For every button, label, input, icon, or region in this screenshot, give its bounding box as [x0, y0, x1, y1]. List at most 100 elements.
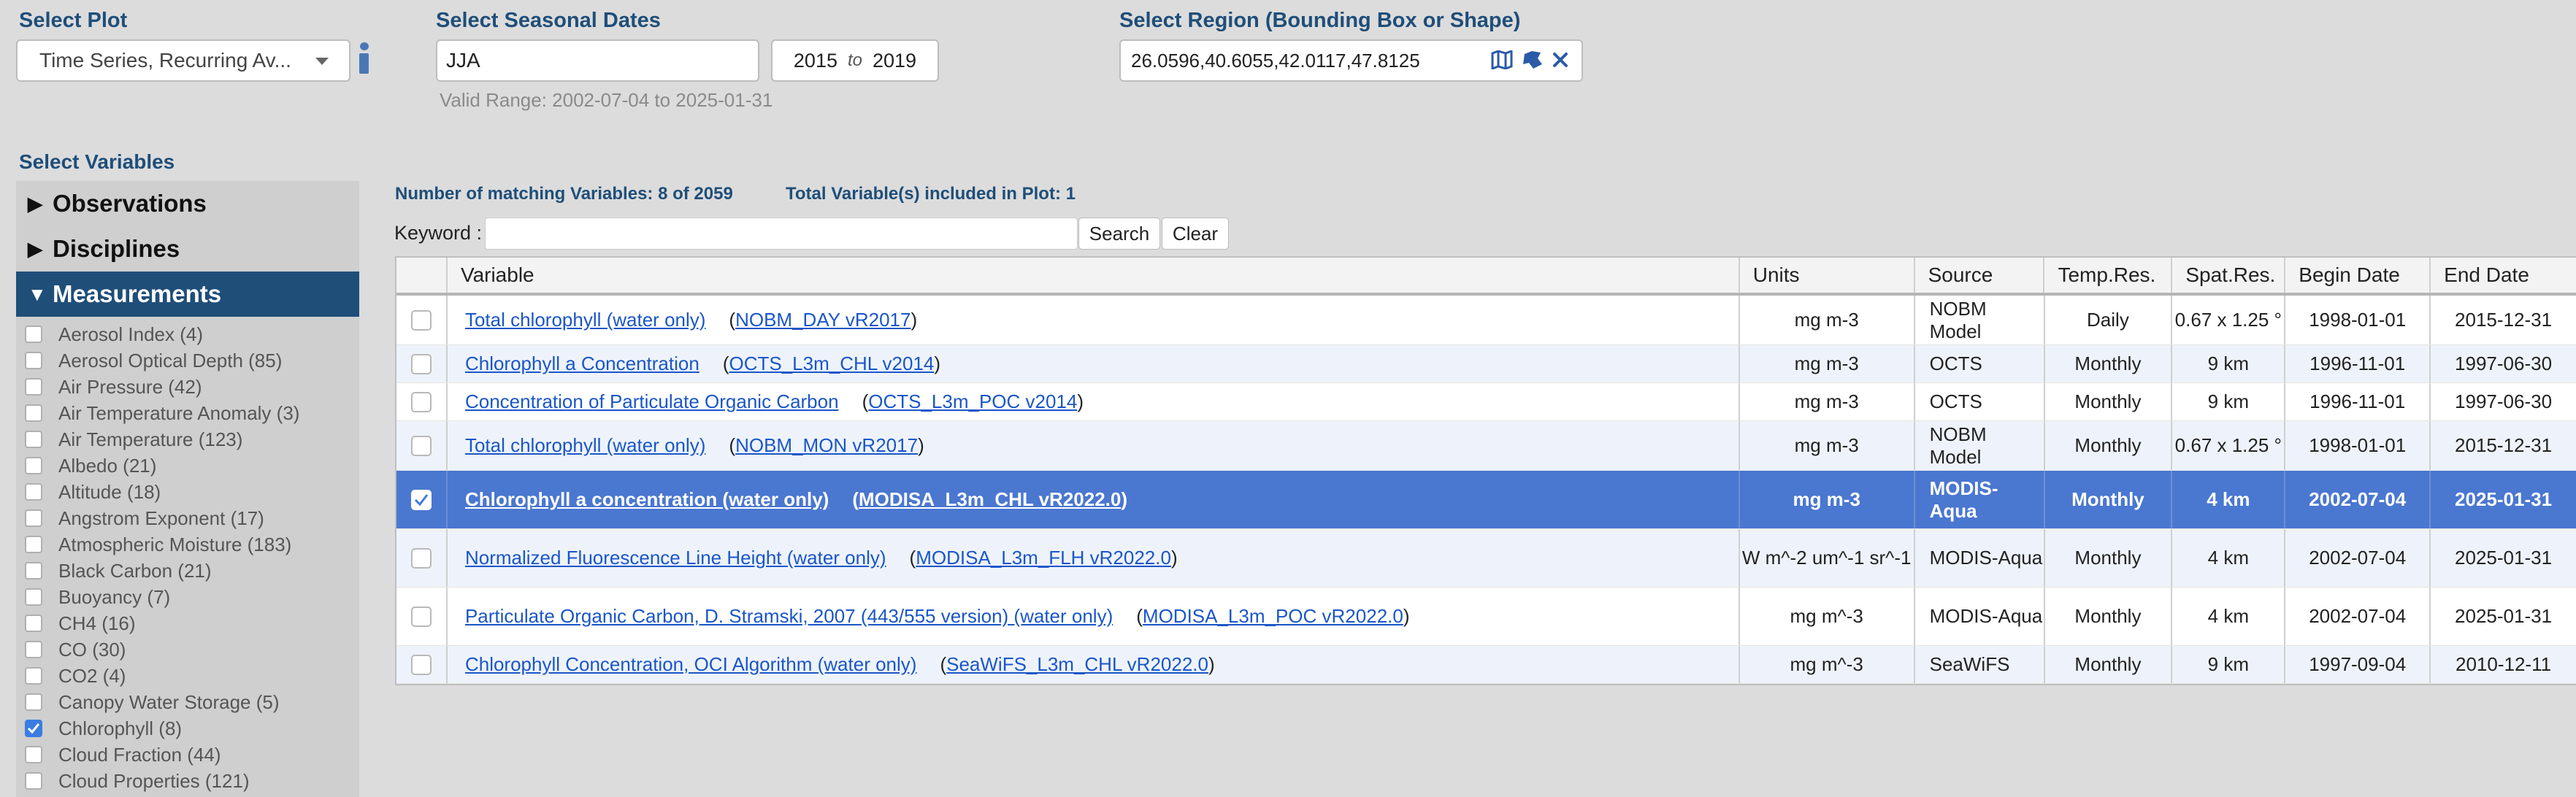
dataset-link[interactable]: SeaWiFS_L3m_CHL vR2022.0 [946, 653, 1208, 675]
dataset-link[interactable]: MODISA_L3m_POC vR2022.0 [1143, 605, 1403, 627]
table-row[interactable]: Chlorophyll a concentration (water only)… [396, 471, 2576, 529]
table-row[interactable]: Chlorophyll Concentration, OCI Algorithm… [396, 646, 2576, 684]
measurement-item[interactable]: Air Temperature Anomaly (3) [25, 400, 359, 426]
region-input[interactable]: 26.0596,40.6055,42.0117,47.8125 [1119, 39, 1583, 82]
variable-link[interactable]: Concentration of Particulate Organic Car… [465, 390, 839, 413]
expand-triangle-icon: ▶ [28, 192, 42, 215]
dataset-link[interactable]: MODISA_L3m_CHL vR2022.0 [859, 488, 1121, 510]
season-input[interactable]: JJA [436, 39, 759, 82]
end-date-cell: 2025-01-31 [2455, 547, 2553, 569]
checkbox[interactable] [25, 536, 42, 553]
measurement-item[interactable]: Altitude (18) [25, 479, 359, 505]
col-temp-res[interactable]: Temp.Res. [2044, 258, 2173, 293]
checkbox[interactable] [25, 746, 42, 763]
checkbox[interactable] [410, 435, 432, 456]
variable-link[interactable]: Particulate Organic Carbon, D. Stramski,… [465, 605, 1113, 628]
checkbox[interactable] [25, 588, 42, 606]
plot-type-dropdown[interactable]: Time Series, Recurring Av... [16, 39, 350, 82]
checkbox[interactable] [25, 431, 42, 448]
category-disciplines[interactable]: ▶ Disciplines [16, 226, 359, 272]
checkbox[interactable] [410, 654, 432, 675]
dataset-link[interactable]: NOBM_MON vR2017 [735, 434, 918, 456]
end-year[interactable]: 2019 [873, 50, 916, 72]
variable-cell: Total chlorophyll (water only) (NOBM_DAY … [448, 296, 1740, 344]
measurement-item[interactable]: CO (30) [25, 636, 359, 663]
units-cell: mg m-3 [1740, 383, 1915, 420]
measurement-item[interactable]: Angstrom Exponent (17) [25, 505, 359, 531]
checkbox[interactable] [25, 693, 42, 711]
dataset-link[interactable]: OCTS_L3m_POC v2014 [868, 390, 1077, 412]
table-row[interactable]: Total chlorophyll (water only) (NOBM_DAY … [396, 296, 2576, 345]
year-range-input[interactable]: 2015 to 2019 [771, 39, 939, 82]
temp-res-cell: Monthly [2045, 383, 2173, 420]
checkbox[interactable] [410, 353, 432, 374]
category-observations[interactable]: ▶ Observations [16, 181, 359, 226]
checkbox[interactable] [25, 457, 42, 474]
variable-link[interactable]: Total chlorophyll (water only) [465, 434, 705, 457]
col-begin-date[interactable]: Begin Date [2285, 258, 2431, 293]
table-row[interactable]: Normalized Fluorescence Line Height (wat… [396, 529, 2576, 588]
start-year[interactable]: 2015 [794, 50, 837, 72]
checkbox[interactable] [410, 391, 432, 412]
checkbox[interactable] [410, 547, 432, 569]
measurement-item[interactable]: Air Temperature (123) [25, 426, 359, 453]
measurement-item[interactable]: Atmospheric Moisture (183) [25, 531, 359, 558]
col-units[interactable]: Units [1740, 258, 1915, 293]
table-row[interactable]: Chlorophyll a Concentration (OCTS_L3m_CHL… [396, 345, 2576, 383]
col-variable[interactable]: Variable [448, 258, 1740, 293]
measurement-item[interactable]: Buoyancy (7) [25, 584, 359, 610]
measurement-item[interactable]: Aerosol Index (4) [25, 321, 359, 347]
checkbox[interactable] [410, 606, 432, 627]
col-end-date[interactable]: End Date [2431, 258, 2576, 293]
dataset-link[interactable]: MODISA_L3m_FLH vR2022.0 [916, 547, 1171, 569]
measurement-item[interactable]: Chlorophyll (8) [25, 715, 359, 742]
checkbox-checked[interactable] [410, 489, 432, 510]
measurement-item[interactable]: CH4 (16) [25, 610, 359, 636]
checkbox[interactable] [25, 509, 42, 527]
map-icon[interactable] [1491, 50, 1513, 69]
measurement-item[interactable]: Cloud Fraction (44) [25, 742, 359, 768]
measurement-item[interactable]: Albedo (21) [25, 453, 359, 479]
clear-button[interactable]: Clear [1162, 217, 1229, 250]
shape-icon[interactable] [1522, 50, 1544, 70]
checkbox[interactable] [25, 667, 42, 685]
checkbox[interactable] [25, 483, 42, 501]
variable-link[interactable]: Total chlorophyll (water only) [465, 309, 705, 331]
variable-cell: Total chlorophyll (water only) (NOBM_MON … [448, 421, 1740, 470]
measurement-label: CH4 (16) [58, 612, 136, 634]
table-row[interactable]: Particulate Organic Carbon, D. Stramski,… [396, 588, 2576, 646]
variable-link[interactable]: Chlorophyll Concentration, OCI Algorithm… [465, 653, 916, 676]
checkbox[interactable] [25, 378, 42, 396]
measurement-item[interactable]: Cloud Properties (121) [25, 768, 359, 794]
checkbox[interactable] [25, 404, 42, 422]
measurement-item[interactable]: Canopy Water Storage (5) [25, 689, 359, 715]
checkbox[interactable] [25, 352, 42, 369]
col-source[interactable]: Source [1915, 258, 2045, 293]
checkbox[interactable] [410, 309, 432, 331]
measurement-item[interactable]: Aerosol Optical Depth (85) [25, 347, 359, 374]
table-row[interactable]: Total chlorophyll (water only) (NOBM_MON … [396, 421, 2576, 471]
measurement-item[interactable]: Black Carbon (21) [25, 558, 359, 584]
keyword-input[interactable] [485, 217, 1078, 250]
category-measurements[interactable]: ▼ Measurements [16, 272, 359, 317]
measurement-item[interactable]: Air Pressure (42) [25, 374, 359, 400]
measurement-item[interactable]: CO2 (4) [25, 663, 359, 689]
checkbox[interactable] [25, 326, 42, 343]
source-cell: MODIS-Aqua [1915, 588, 2045, 645]
variable-link[interactable]: Chlorophyll a Concentration [465, 353, 699, 375]
checkbox-checked[interactable] [25, 720, 42, 737]
close-icon[interactable] [1552, 52, 1568, 68]
info-icon[interactable] [356, 41, 372, 76]
measurement-label: CO (30) [58, 638, 126, 661]
search-button[interactable]: Search [1078, 217, 1160, 250]
dataset-link[interactable]: NOBM_DAY vR2017 [735, 309, 911, 331]
col-spat-res[interactable]: Spat.Res. [2172, 258, 2286, 293]
table-row[interactable]: Concentration of Particulate Organic Car… [396, 383, 2576, 421]
checkbox[interactable] [25, 615, 42, 632]
checkbox[interactable] [25, 562, 42, 580]
checkbox[interactable] [25, 641, 42, 658]
checkbox[interactable] [25, 772, 42, 790]
variable-link[interactable]: Chlorophyll a concentration (water only) [465, 488, 829, 511]
variable-link[interactable]: Normalized Fluorescence Line Height (wat… [465, 547, 886, 569]
dataset-link[interactable]: OCTS_L3m_CHL v2014 [729, 353, 934, 374]
